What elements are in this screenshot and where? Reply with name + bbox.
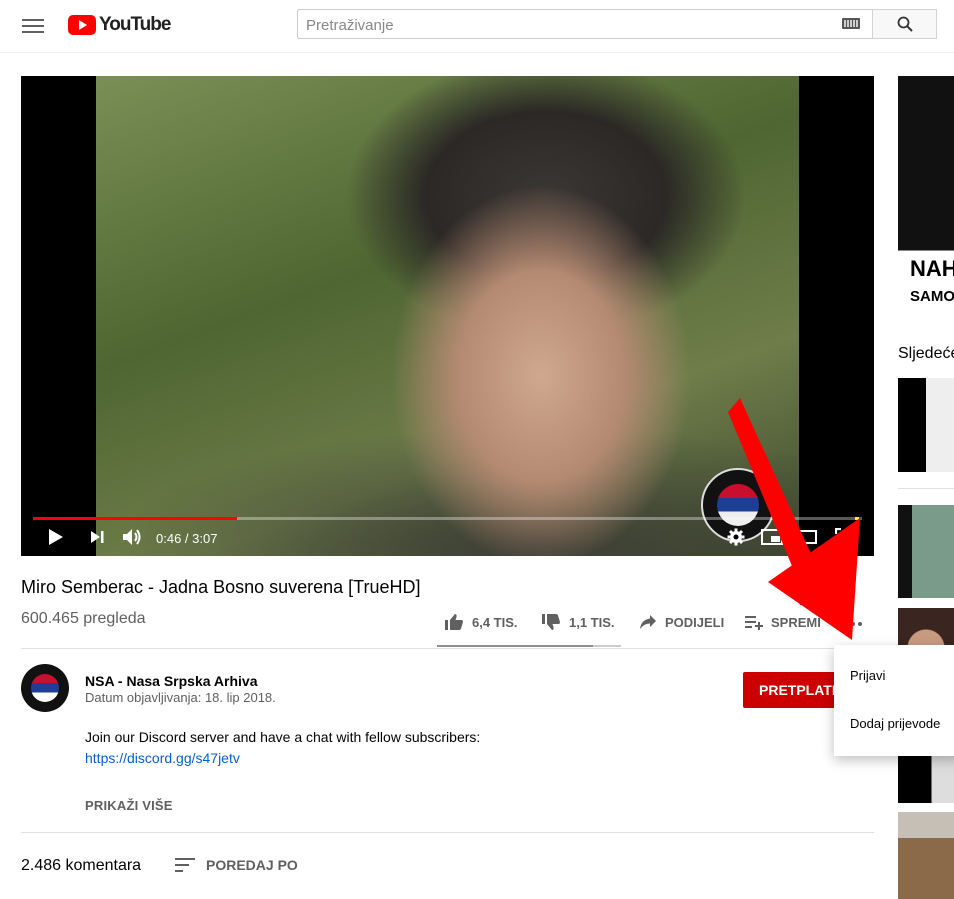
more-actions-menu: Prijavi Dodaj prijevode [834, 645, 954, 756]
save-button[interactable]: SPREMI [745, 612, 821, 632]
recommended-thumbnail[interactable] [898, 505, 954, 598]
keyboard-icon[interactable] [842, 18, 860, 29]
thumbnail-text: SAMO [910, 288, 954, 305]
video-frame[interactable] [96, 76, 799, 556]
channel-avatar[interactable] [21, 664, 69, 712]
up-next-label: Sljedeće [898, 345, 954, 362]
search-button[interactable] [872, 9, 937, 39]
volume-icon[interactable] [122, 528, 144, 546]
youtube-play-icon [68, 15, 96, 35]
sort-by-button[interactable]: POREDAJ PO [175, 857, 298, 873]
publish-date: Datum objavljivanja: 18. lip 2018. [85, 690, 276, 705]
divider [21, 648, 874, 649]
logo-text: YouTube [99, 14, 171, 35]
recommended-thumbnail[interactable]: NAH SAMO [898, 76, 954, 325]
progress-marker [855, 517, 859, 520]
next-icon[interactable] [89, 528, 105, 546]
dislike-button[interactable]: 1,1 TIS. [541, 612, 615, 632]
progress-played [33, 517, 237, 520]
description-link[interactable]: https://discord.gg/s47jetv [85, 750, 240, 766]
youtube-logo[interactable]: YouTube [68, 13, 171, 37]
sort-icon [175, 858, 195, 872]
show-more-button[interactable]: PRIKAŽI VIŠE [85, 798, 173, 813]
playlist-add-icon [745, 616, 763, 630]
menu-icon[interactable] [22, 16, 44, 36]
search-box [297, 9, 873, 39]
time-display: 0:46 / 3:07 [156, 531, 218, 546]
share-label: PODIJELI [665, 614, 725, 630]
player-controls: 0:46 / 3:07 [21, 524, 874, 556]
sort-by-label: POREDAJ PO [206, 857, 298, 873]
video-title: Miro Semberac - Jadna Bosno suverena [Tr… [21, 577, 421, 597]
thumbs-down-icon [542, 614, 560, 630]
divider [21, 832, 874, 833]
masthead: YouTube [0, 0, 954, 53]
search-input[interactable] [304, 11, 828, 39]
video-player[interactable]: 0:46 / 3:07 [21, 76, 874, 556]
progress-bar[interactable] [33, 517, 862, 520]
settings-gear-icon[interactable] [727, 528, 745, 546]
comment-count: 2.486 komentara [21, 857, 142, 874]
dislike-count: 1,1 TIS. [569, 614, 615, 630]
share-icon [640, 615, 656, 629]
subscribe-button[interactable]: PRETPLATI [743, 672, 838, 708]
thumbnail-text: NAH [910, 256, 954, 281]
miniplayer-icon[interactable] [761, 528, 783, 546]
fullscreen-icon[interactable] [835, 528, 853, 546]
sentiment-bar [437, 645, 621, 647]
like-button[interactable]: 6,4 TIS. [444, 612, 518, 632]
more-actions-icon[interactable] [843, 612, 865, 634]
search-icon [897, 16, 913, 32]
thumbs-up-icon [445, 614, 463, 630]
like-count: 6,4 TIS. [472, 614, 518, 630]
save-label: SPREMI [771, 614, 821, 630]
theater-mode-icon[interactable] [797, 528, 817, 546]
sentiment-like-fill [437, 645, 594, 647]
menu-item-add-translations[interactable]: Dodaj prijevode [850, 716, 940, 731]
menu-item-report[interactable]: Prijavi [850, 668, 885, 683]
share-button[interactable]: PODIJELI [639, 612, 724, 632]
channel-name[interactable]: NSA - Nasa Srpska Arhiva [85, 673, 257, 689]
view-count: 600.465 pregleda [21, 610, 146, 627]
divider [898, 488, 954, 489]
play-icon[interactable] [48, 528, 64, 546]
recommended-thumbnail[interactable] [898, 378, 954, 472]
recommended-thumbnail[interactable] [898, 812, 954, 899]
description-text: Join our Discord server and have a chat … [85, 729, 481, 745]
